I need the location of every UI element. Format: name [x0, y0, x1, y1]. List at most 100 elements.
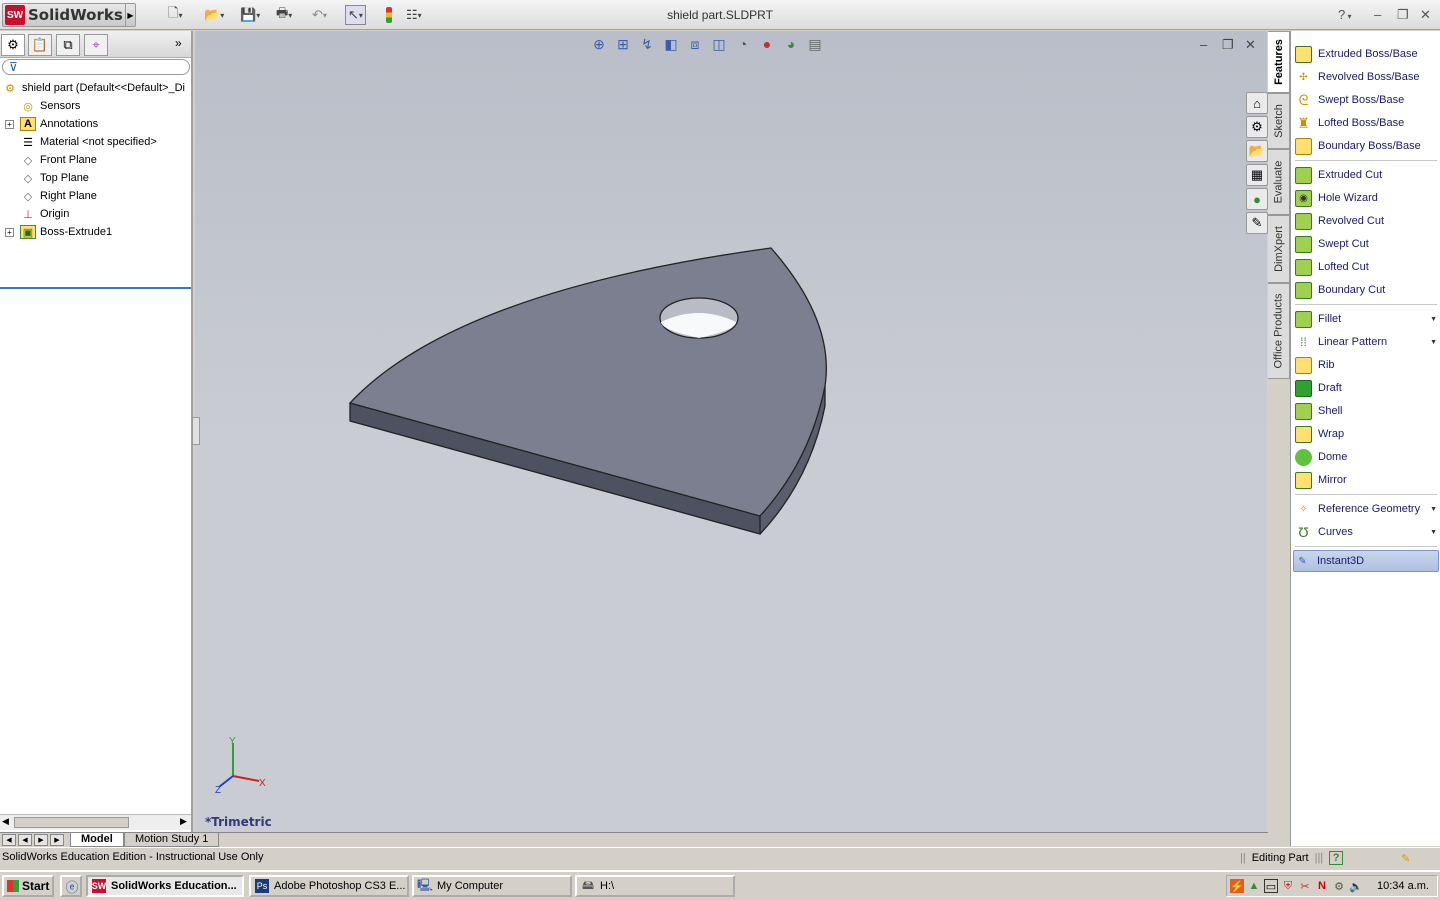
tab-office-products[interactable]: Office Products: [1268, 283, 1290, 379]
view-palette-icon[interactable]: ▦: [1246, 164, 1268, 186]
rebuild-status-icon[interactable]: ✎: [1401, 852, 1410, 865]
expand-icon[interactable]: +: [5, 119, 14, 129]
tree-root[interactable]: ⚙ shield part (Default<<Default>_Di: [0, 79, 191, 97]
design-library-icon[interactable]: ⚙: [1246, 116, 1268, 138]
wrap-button[interactable]: Wrap: [1295, 423, 1437, 445]
tree-item-material[interactable]: ☰ Material <not specified>: [0, 133, 191, 151]
instant3d-button[interactable]: ✎ Instant3D: [1293, 550, 1439, 572]
tree-item-annotations[interactable]: + A Annotations: [0, 115, 191, 133]
tree-item-label: Sensors: [40, 100, 81, 112]
extrude-icon: ▣: [20, 225, 36, 239]
linear-pattern-button[interactable]: ⁞⁞ Linear Pattern ▼: [1295, 331, 1437, 353]
help-icon[interactable]: ? ▾: [1338, 7, 1351, 22]
swept-cut-button[interactable]: Swept Cut: [1295, 233, 1437, 255]
tray-security-icon[interactable]: ⛨: [1281, 879, 1295, 893]
tree-item-front-plane[interactable]: ◇ Front Plane: [0, 151, 191, 169]
expand-tabs-icon[interactable]: »: [175, 36, 182, 50]
quick-launch-ie-icon[interactable]: ⓔ: [60, 875, 82, 897]
next-tab-icon[interactable]: ▶: [34, 834, 48, 846]
expand-icon[interactable]: +: [5, 227, 14, 237]
custom-properties-icon[interactable]: ✎: [1246, 212, 1268, 234]
curves-button[interactable]: Ʊ Curves ▼: [1295, 521, 1437, 543]
lofted-boss-button[interactable]: ♜ Lofted Boss/Base: [1295, 112, 1437, 134]
mirror-button[interactable]: Mirror: [1295, 469, 1437, 491]
tray-triangle-icon[interactable]: ▲: [1247, 879, 1261, 893]
quick-tips-icon[interactable]: ?: [1329, 851, 1344, 865]
tree-item-label: Front Plane: [40, 154, 97, 166]
view-orientation-label: *Trimetric: [205, 815, 272, 829]
part-icon: ⚙: [5, 82, 15, 95]
previous-tab-icon[interactable]: ◀: [18, 834, 32, 846]
tray-app-icon[interactable]: ⚡: [1230, 879, 1244, 893]
lofted-cut-button[interactable]: Lofted Cut: [1295, 256, 1437, 278]
reference-geometry-dropdown-icon[interactable]: ▼: [1430, 506, 1437, 513]
last-tab-icon[interactable]: ▶: [50, 834, 64, 846]
my-computer-icon: 🖳: [417, 877, 434, 892]
model-view[interactable]: Y X Z: [195, 31, 1267, 832]
task-solidworks[interactable]: SW SolidWorks Education...: [86, 875, 244, 897]
property-manager-tab-icon[interactable]: 📋: [28, 34, 52, 56]
start-button[interactable]: Start: [2, 875, 54, 897]
linear-pattern-dropdown-icon[interactable]: ▼: [1430, 339, 1437, 346]
tab-evaluate[interactable]: Evaluate: [1268, 149, 1290, 215]
tray-window-icon[interactable]: ▭: [1264, 879, 1278, 893]
task-photoshop[interactable]: Ps Adobe Photoshop CS3 E...: [249, 875, 409, 897]
tree-item-right-plane[interactable]: ◇ Right Plane: [0, 187, 191, 205]
swept-boss-button[interactable]: ᘓ Swept Boss/Base: [1295, 89, 1437, 111]
rib-button[interactable]: Rib: [1295, 354, 1437, 376]
fillet-dropdown-icon[interactable]: ▼: [1430, 316, 1437, 323]
tree-filter-input[interactable]: ⊽: [2, 59, 190, 75]
boundary-boss-button[interactable]: Boundary Boss/Base: [1295, 135, 1437, 157]
home-icon[interactable]: ⌂: [1246, 92, 1268, 114]
restore-window-icon[interactable]: ❐: [1397, 7, 1409, 23]
tab-features[interactable]: Features: [1268, 31, 1290, 93]
dome-button[interactable]: Dome: [1295, 446, 1437, 468]
tab-dimxpert[interactable]: DimXpert: [1268, 215, 1290, 283]
extruded-boss-button[interactable]: Extruded Boss/Base: [1295, 43, 1437, 65]
draft-button[interactable]: Draft: [1295, 377, 1437, 399]
shell-button[interactable]: Shell: [1295, 400, 1437, 422]
tab-motion-study[interactable]: Motion Study 1: [124, 833, 220, 847]
tree-item-sensors[interactable]: ◎ Sensors: [0, 97, 191, 115]
separator: [1295, 494, 1437, 495]
revolved-boss-icon: ✣: [1299, 71, 1308, 83]
task-h-drive[interactable]: 🖴 H:\: [575, 875, 735, 897]
swept-cut-icon: [1295, 235, 1312, 253]
close-window-icon[interactable]: ✕: [1420, 7, 1431, 23]
feature-tree-tab-icon[interactable]: ⚙: [1, 34, 25, 56]
curves-dropdown-icon[interactable]: ▼: [1430, 529, 1437, 536]
document-title: shield part.SLDPRT: [667, 8, 773, 22]
task-my-computer[interactable]: 🖳 My Computer: [412, 875, 572, 897]
tree-item-boss-extrude1[interactable]: + ▣ Boss-Extrude1: [0, 223, 191, 241]
volume-icon[interactable]: 🔈: [1349, 879, 1363, 893]
appearances-icon[interactable]: ●: [1246, 188, 1268, 210]
windows-logo-icon: [7, 880, 19, 892]
graphics-area[interactable]: ⊕ ⊞ ↯ ◧ ⧈ ◫ ◔ ● ◕ ▤ – ❐ ✕ Y X Z *Trimetr…: [192, 31, 1267, 832]
task-pane-icons: ⌂ ⚙ 📂 ▦ ● ✎: [1246, 92, 1268, 236]
minimize-window-icon[interactable]: –: [1374, 7, 1381, 22]
tree-horizontal-scrollbar[interactable]: ◀ ▶: [0, 814, 191, 830]
tree-item-top-plane[interactable]: ◇ Top Plane: [0, 169, 191, 187]
boundary-cut-button[interactable]: Boundary Cut: [1295, 279, 1437, 301]
configuration-manager-tab-icon[interactable]: ⧉: [56, 34, 80, 56]
revolved-cut-button[interactable]: Revolved Cut: [1295, 210, 1437, 232]
hole-wizard-button[interactable]: ◉ Hole Wizard: [1295, 187, 1437, 209]
file-explorer-icon[interactable]: 📂: [1246, 140, 1268, 162]
tab-sketch[interactable]: Sketch: [1268, 93, 1290, 149]
extruded-cut-button[interactable]: Extruded Cut: [1295, 164, 1437, 186]
scrollbar-thumb[interactable]: [14, 817, 129, 828]
tray-network-icon[interactable]: ⚙: [1332, 879, 1346, 893]
tray-n-icon[interactable]: N: [1315, 879, 1329, 893]
first-tab-icon[interactable]: ◀: [2, 834, 16, 846]
fillet-button[interactable]: Fillet ▼: [1295, 308, 1437, 330]
revolved-boss-button[interactable]: ✣ Revolved Boss/Base: [1295, 66, 1437, 88]
reference-geometry-button[interactable]: ✧ Reference Geometry ▼: [1295, 498, 1437, 520]
rollback-bar[interactable]: [0, 287, 191, 289]
tab-model[interactable]: Model: [70, 833, 124, 847]
tree-item-label: Top Plane: [40, 172, 89, 184]
scroll-right-icon[interactable]: ▶: [180, 816, 187, 827]
dimxpert-manager-tab-icon[interactable]: ⌖: [84, 34, 108, 56]
tray-tool-icon[interactable]: ✂: [1298, 879, 1312, 893]
tree-item-origin[interactable]: ⊥ Origin: [0, 205, 191, 223]
scroll-left-icon[interactable]: ◀: [2, 816, 9, 827]
